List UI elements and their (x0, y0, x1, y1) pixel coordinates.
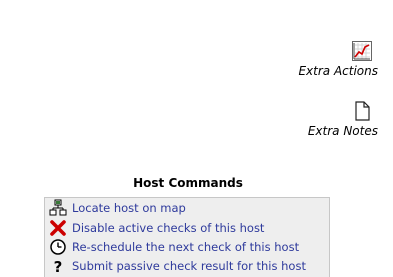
extra-notes[interactable]: Extra Notes (258, 100, 378, 138)
host-commands-title: Host Commands (133, 176, 243, 190)
page: Extra Actions Extra Notes Host Commands (0, 0, 393, 277)
chart-icon[interactable] (351, 40, 373, 62)
disable-checks-link[interactable]: Disable active checks of this host (72, 221, 264, 235)
extra-actions-label[interactable]: Extra Actions (258, 64, 378, 78)
reschedule-check-link[interactable]: Re-schedule the next check of this host (72, 240, 299, 254)
extra-actions[interactable]: Extra Actions (258, 40, 378, 78)
command-submit-passive[interactable]: ? Submit passive check result for this h… (49, 257, 306, 276)
red-x-icon (49, 219, 67, 237)
extra-notes-label[interactable]: Extra Notes (258, 124, 378, 138)
question-mark-icon: ? (49, 257, 67, 276)
submit-passive-link[interactable]: Submit passive check result for this hos… (72, 259, 306, 273)
document-icon[interactable] (351, 100, 373, 122)
locate-host-link[interactable]: Locate host on map (72, 201, 186, 215)
command-disable-checks[interactable]: Disable active checks of this host (49, 219, 264, 237)
svg-text:?: ? (54, 258, 63, 275)
clock-icon (49, 238, 67, 256)
host-commands-panel: Locate host on map Disable active checks… (44, 197, 330, 277)
command-locate-host[interactable]: Locate host on map (49, 199, 186, 217)
network-map-icon (49, 199, 67, 217)
command-reschedule-check[interactable]: Re-schedule the next check of this host (49, 238, 299, 256)
